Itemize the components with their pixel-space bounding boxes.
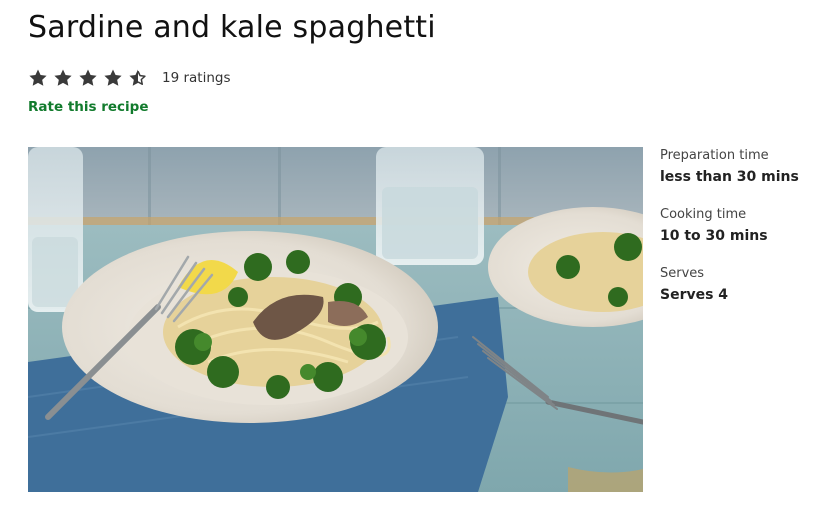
serves: Serves Serves 4 — [660, 265, 830, 306]
star-rating[interactable] — [28, 68, 148, 88]
prep-time-value: less than 30 mins — [660, 169, 799, 185]
rating-row: 19 ratings — [28, 66, 231, 90]
star-icon — [54, 69, 72, 86]
serves-value: Serves 4 — [660, 287, 729, 303]
star-icon — [79, 69, 97, 86]
recipe-title: Sardine and kale spaghetti — [28, 10, 436, 45]
half-star-icon — [129, 69, 146, 86]
cooking-time: Cooking time 10 to 30 mins — [660, 206, 830, 247]
recipe-info: Preparation time less than 30 mins Cooki… — [660, 147, 830, 324]
star-icon — [104, 69, 122, 86]
recipe-photo — [28, 147, 643, 492]
prep-time: Preparation time less than 30 mins — [660, 147, 830, 188]
recipe-page: Sardine and kale spaghetti 19 ratings Ra… — [0, 0, 839, 523]
serves-label: Serves — [660, 266, 705, 281]
cooking-time-value: 10 to 30 mins — [660, 228, 768, 244]
prep-time-label: Preparation time — [660, 148, 769, 163]
star-icon — [29, 69, 47, 86]
ratings-count: 19 ratings — [162, 70, 231, 86]
cooking-time-label: Cooking time — [660, 207, 747, 222]
rate-recipe-link[interactable]: Rate this recipe — [28, 99, 149, 115]
